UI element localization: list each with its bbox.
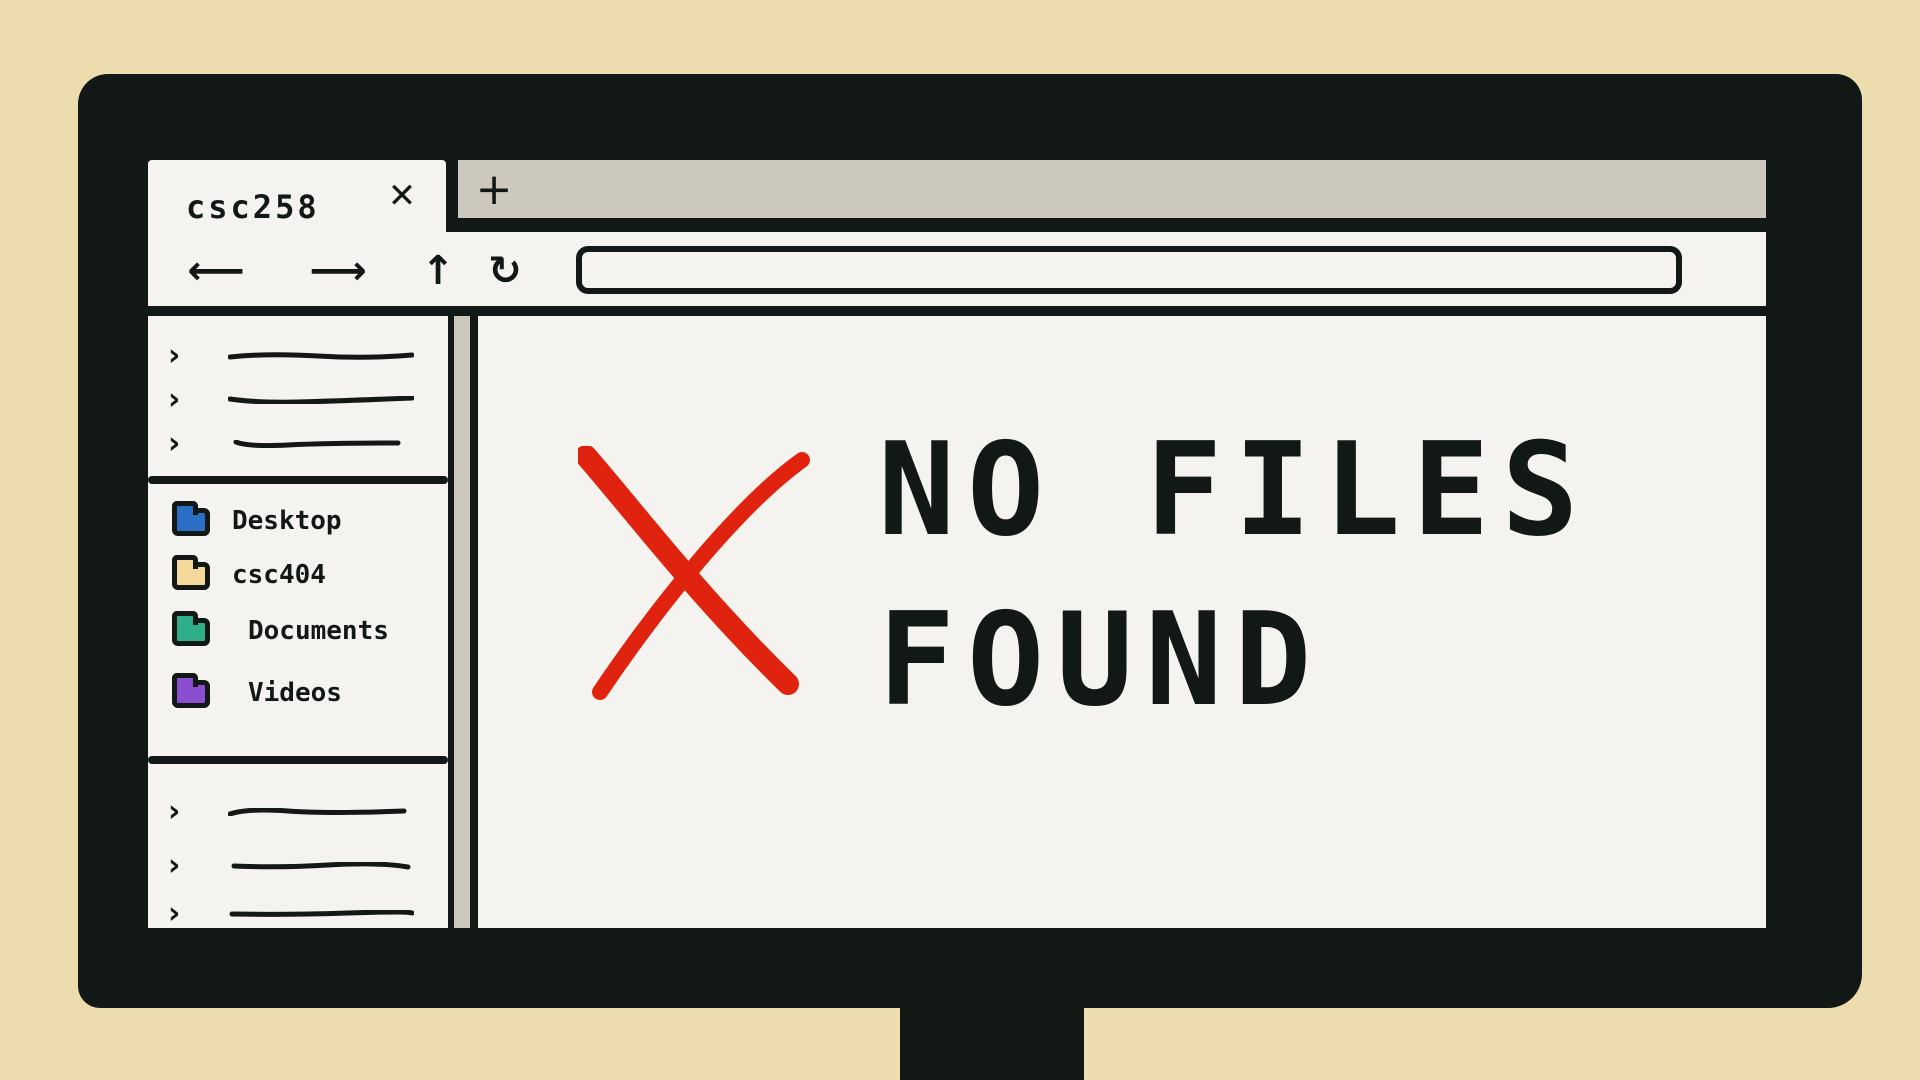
sidebar-collapsed-item[interactable]: ›	[168, 380, 428, 420]
toolbar: ⟵ ⟶ ↑ ↻	[148, 232, 1766, 316]
documents-folder-icon	[172, 611, 210, 646]
placeholder-line	[228, 808, 407, 816]
tab-strip-background	[450, 160, 1766, 226]
file-list-area: NO FILES FOUND	[478, 316, 1766, 928]
sidebar-item-videos[interactable]: Videos	[168, 672, 438, 718]
placeholder-line	[233, 440, 401, 448]
sidebar-collapsed-item[interactable]: ›	[168, 894, 428, 928]
chevron-right-icon: ›	[168, 382, 181, 417]
error-x-icon	[578, 446, 810, 700]
sidebar-item-label: Videos	[248, 678, 342, 708]
file-manager-window: csc258 ✕ + ⟵ ⟶ ↑ ↻ › › › Desktop csc404 …	[148, 160, 1766, 928]
sidebar-item-label: csc404	[232, 560, 326, 590]
monitor: csc258 ✕ + ⟵ ⟶ ↑ ↻ › › › Desktop csc404 …	[78, 74, 1862, 1008]
chevron-right-icon: ›	[168, 426, 181, 461]
sidebar: › › › Desktop csc404 Documents Videos › …	[148, 316, 448, 928]
scene: csc258 ✕ + ⟵ ⟶ ↑ ↻ › › › Desktop csc404 …	[0, 0, 1920, 1080]
sidebar-collapsed-item[interactable]: ›	[168, 336, 428, 376]
videos-folder-icon	[172, 673, 210, 708]
sidebar-section-top: › › ›	[148, 316, 448, 476]
chevron-right-icon: ›	[168, 338, 181, 373]
sidebar-item-label: Documents	[248, 616, 389, 646]
chevron-right-icon: ›	[168, 896, 181, 928]
sidebar-item-csc404[interactable]: csc404	[168, 554, 438, 600]
placeholder-line	[229, 910, 414, 917]
chevron-right-icon: ›	[168, 848, 181, 883]
empty-state-title-line2: FOUND	[878, 586, 1324, 735]
tab-strip: csc258 ✕ +	[148, 160, 1766, 244]
placeholder-line	[228, 396, 414, 404]
empty-state-title-line1: NO FILES	[878, 416, 1591, 565]
plus-icon[interactable]: +	[468, 166, 520, 214]
address-bar[interactable]	[576, 246, 1682, 294]
sidebar-collapsed-item[interactable]: ›	[168, 424, 428, 464]
sidebar-divider	[148, 476, 448, 484]
sidebar-item-label: Desktop	[232, 506, 342, 536]
close-icon[interactable]: ✕	[380, 174, 424, 218]
chevron-right-icon: ›	[168, 794, 181, 829]
arrow-right-icon[interactable]: ⟶	[298, 246, 378, 296]
sidebar-collapsed-item[interactable]: ›	[168, 792, 428, 832]
sidebar-places: Desktop csc404 Documents Videos	[148, 486, 448, 756]
desktop-folder-icon	[172, 501, 210, 536]
refresh-icon[interactable]: ↻	[480, 246, 530, 296]
sidebar-divider	[148, 756, 448, 764]
sidebar-item-documents[interactable]: Documents	[168, 610, 438, 656]
sidebar-section-bottom: › › ›	[148, 766, 448, 928]
tab-label: csc258	[186, 188, 320, 226]
sidebar-scrollbar[interactable]	[448, 316, 478, 928]
sidebar-item-desktop[interactable]: Desktop	[168, 500, 438, 546]
arrow-left-icon[interactable]: ⟵	[168, 246, 264, 296]
placeholder-line	[231, 862, 411, 870]
folder-icon	[172, 555, 210, 590]
arrow-up-icon[interactable]: ↑	[418, 246, 458, 296]
sidebar-collapsed-item[interactable]: ›	[168, 846, 428, 886]
placeholder-line	[228, 352, 414, 360]
